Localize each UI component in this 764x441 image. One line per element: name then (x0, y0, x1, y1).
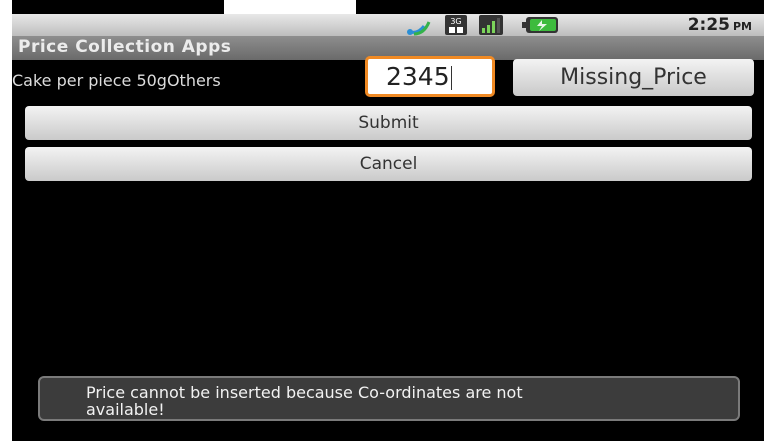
item-label: Cake per piece 50gOthers (12, 71, 221, 90)
cancel-button[interactable]: Cancel (25, 147, 752, 181)
submit-button[interactable]: Submit (25, 106, 752, 140)
price-value: 2345 (386, 62, 450, 91)
toast-message: Price cannot be inserted because Co-ordi… (38, 376, 740, 421)
wifi-signal-icon (407, 21, 431, 36)
cell-signal-icon (479, 15, 503, 35)
status-clock: 2:25 PM (688, 14, 752, 36)
3g-icon: 3G (445, 15, 467, 35)
app-title: Price Collection Apps (18, 37, 232, 57)
svg-text:3G: 3G (450, 17, 461, 26)
text-caret (450, 66, 452, 90)
clock-ampm: PM (732, 20, 752, 33)
missing-price-button[interactable]: Missing_Price (513, 59, 754, 96)
status-bar: 3G 2:25 PM (12, 14, 764, 36)
toast-text: Price cannot be inserted because Co-ordi… (86, 383, 523, 419)
price-input[interactable]: 2345 (365, 56, 495, 97)
top-edge-fragment (224, 0, 356, 14)
battery-icon (522, 17, 558, 33)
android-screen: 3G 2:25 PM Price Collection Apps Cake per… (12, 0, 764, 441)
clock-time: 2:25 (687, 15, 730, 35)
